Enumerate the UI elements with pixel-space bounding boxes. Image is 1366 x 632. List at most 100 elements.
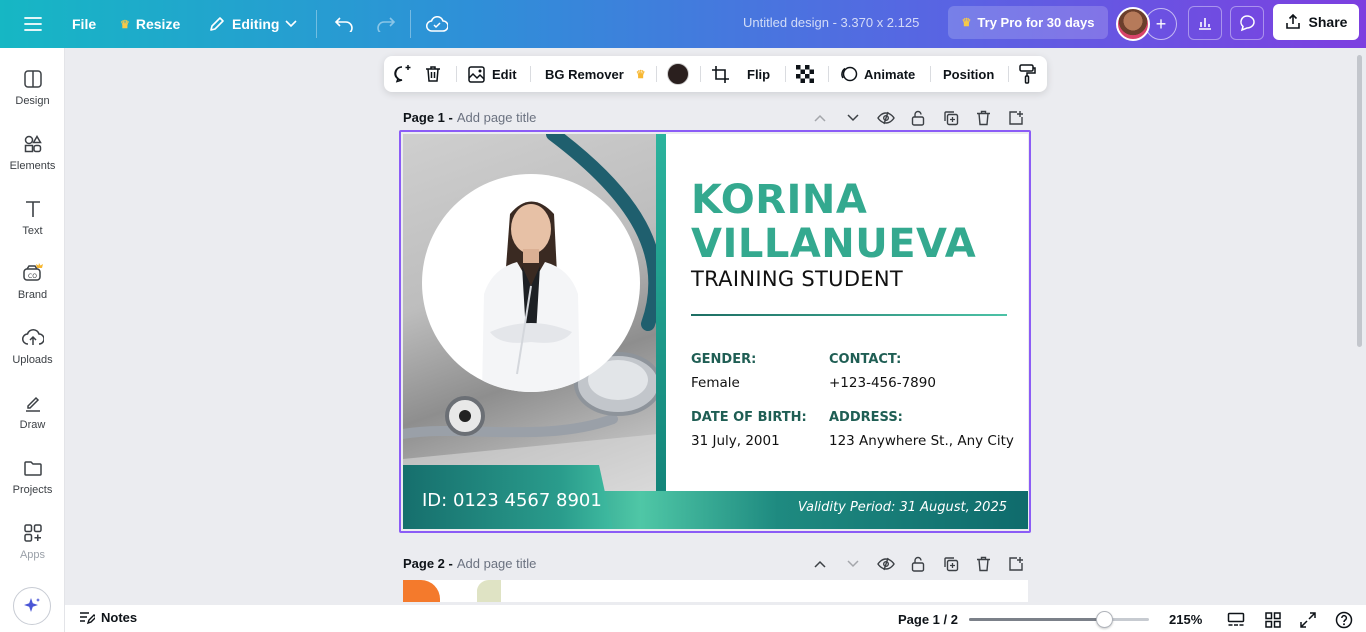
add-comment-button[interactable]	[392, 56, 412, 92]
move-page-up-button[interactable]	[810, 108, 830, 128]
zoom-slider[interactable]	[969, 618, 1149, 621]
sidebar-item-projects[interactable]: Projects	[0, 450, 65, 510]
copy-style-button[interactable]	[1018, 56, 1036, 92]
editing-mode-dropdown[interactable]: Editing	[200, 8, 305, 40]
delete-button[interactable]	[424, 56, 442, 92]
notes-label: Notes	[101, 610, 138, 625]
add-page-button[interactable]	[1006, 108, 1026, 128]
lock-page-button[interactable]	[908, 108, 928, 128]
expand-icon	[1300, 612, 1316, 628]
magic-assistant-button[interactable]	[13, 587, 51, 625]
file-menu[interactable]: File	[64, 8, 104, 40]
card-name[interactable]: KORINA VILLANUEVA	[691, 178, 976, 266]
color-swatch-button[interactable]	[667, 56, 689, 92]
move-page-down-button[interactable]	[843, 554, 863, 574]
divider-line	[691, 314, 1007, 316]
share-button[interactable]: Share	[1273, 4, 1359, 40]
crown-icon: ♛	[120, 18, 130, 31]
id-card-page-1[interactable]: KORINA VILLANUEVA TRAINING STUDENT GENDE…	[403, 134, 1028, 529]
resize-button[interactable]: ♛ Resize	[112, 8, 188, 40]
flip-label: Flip	[747, 66, 771, 82]
draw-icon	[25, 396, 40, 412]
page-1-header: Page 1 - Add page title	[403, 107, 536, 127]
hide-page-button[interactable]	[876, 554, 896, 574]
resize-label: Resize	[135, 16, 181, 32]
grid-view-button[interactable]	[1263, 610, 1283, 630]
cloud-save-status[interactable]	[418, 8, 456, 40]
divider	[785, 66, 786, 82]
lock-page-button[interactable]	[908, 554, 928, 574]
dob-label[interactable]: DATE OF BIRTH:	[691, 410, 807, 425]
id-card-page-2[interactable]	[403, 580, 1028, 602]
profile-photo[interactable]	[422, 174, 640, 392]
address-label[interactable]: ADDRESS:	[829, 410, 903, 425]
share-label: Share	[1308, 14, 1348, 30]
contact-value[interactable]: +123-456-7890	[829, 375, 936, 391]
hide-page-button[interactable]	[876, 108, 896, 128]
add-page-button[interactable]	[1006, 554, 1026, 574]
eye-slash-icon	[877, 557, 895, 571]
vertical-scrollbar[interactable]	[1357, 55, 1362, 347]
sidebar-item-label: Apps	[19, 549, 46, 561]
animate-button[interactable]: Animate	[840, 56, 915, 92]
redo-button[interactable]	[368, 8, 404, 40]
document-title[interactable]: Untitled design - 3.370 x 2.125	[743, 15, 919, 30]
fullscreen-button[interactable]	[1298, 610, 1318, 630]
dob-value[interactable]: 31 July, 2001	[691, 433, 780, 449]
sidebar-item-text[interactable]: Text	[0, 191, 65, 251]
card-role[interactable]: TRAINING STUDENT	[691, 267, 903, 291]
position-button[interactable]: Position	[943, 56, 994, 92]
divider	[316, 10, 317, 38]
undo-button[interactable]	[326, 8, 362, 40]
crop-button[interactable]	[711, 56, 730, 92]
page-1-title-input[interactable]: Add page title	[457, 110, 537, 125]
move-page-up-button[interactable]	[810, 554, 830, 574]
duplicate-page-button[interactable]	[941, 554, 961, 574]
validity-period[interactable]: Validity Period: 31 August, 2025	[798, 500, 1007, 515]
hamburger-icon	[24, 17, 42, 31]
transparency-button[interactable]	[796, 56, 814, 92]
help-button[interactable]	[1334, 610, 1354, 630]
sidebar-item-draw[interactable]: Draw	[0, 385, 65, 445]
user-avatar[interactable]	[1116, 7, 1150, 41]
id-number[interactable]: ID: 0123 4567 8901	[422, 490, 602, 511]
page-2-title-input[interactable]: Add page title	[457, 556, 537, 571]
help-icon	[1335, 611, 1353, 629]
bg-remover-button[interactable]: BG Remover ♛	[545, 56, 646, 92]
sidebar-item-elements[interactable]: Elements	[0, 126, 65, 186]
divider	[700, 66, 701, 82]
flip-button[interactable]: Flip	[747, 56, 770, 92]
edit-image-button[interactable]: Edit	[467, 56, 517, 92]
last-name: VILLANUEVA	[691, 221, 977, 267]
gender-label[interactable]: GENDER:	[691, 352, 756, 367]
try-pro-button[interactable]: ♛ Try Pro for 30 days	[948, 6, 1108, 39]
page-thumbnails-button[interactable]	[1226, 610, 1246, 630]
notes-button[interactable]: Notes	[79, 610, 137, 625]
first-name: KORINA	[691, 177, 868, 223]
trash-icon	[976, 556, 990, 572]
top-bar: File ♛ Resize Editing Untitled design - …	[0, 0, 1366, 48]
duplicate-page-button[interactable]	[941, 108, 961, 128]
insights-button[interactable]	[1188, 6, 1222, 40]
sidebar-item-design[interactable]: Design	[0, 61, 65, 121]
sidebar-item-label: Text	[22, 225, 43, 237]
gender-value[interactable]: Female	[691, 375, 740, 391]
bottom-bar: Notes Page 1 / 2 215%	[65, 605, 1366, 632]
sidebar-item-brand[interactable]: CO Brand	[0, 255, 65, 315]
sidebar-item-label: Projects	[12, 484, 53, 496]
undo-icon	[334, 17, 353, 32]
move-page-down-button[interactable]	[843, 108, 863, 128]
zoom-level[interactable]: 215%	[1169, 612, 1202, 627]
projects-icon	[23, 461, 42, 476]
delete-page-button[interactable]	[973, 554, 993, 574]
sidebar-item-uploads[interactable]: Uploads	[0, 320, 65, 380]
comments-button[interactable]	[1230, 6, 1264, 40]
zoom-slider-handle[interactable]	[1095, 611, 1113, 628]
page-indicator[interactable]: Page 1 / 2	[898, 612, 958, 627]
menu-button[interactable]	[16, 8, 50, 40]
delete-page-button[interactable]	[973, 108, 993, 128]
lock-icon	[911, 110, 925, 126]
address-value[interactable]: 123 Anywhere St., Any City	[829, 433, 1014, 449]
sidebar-item-apps[interactable]: Apps	[0, 515, 65, 575]
contact-label[interactable]: CONTACT:	[829, 352, 901, 367]
